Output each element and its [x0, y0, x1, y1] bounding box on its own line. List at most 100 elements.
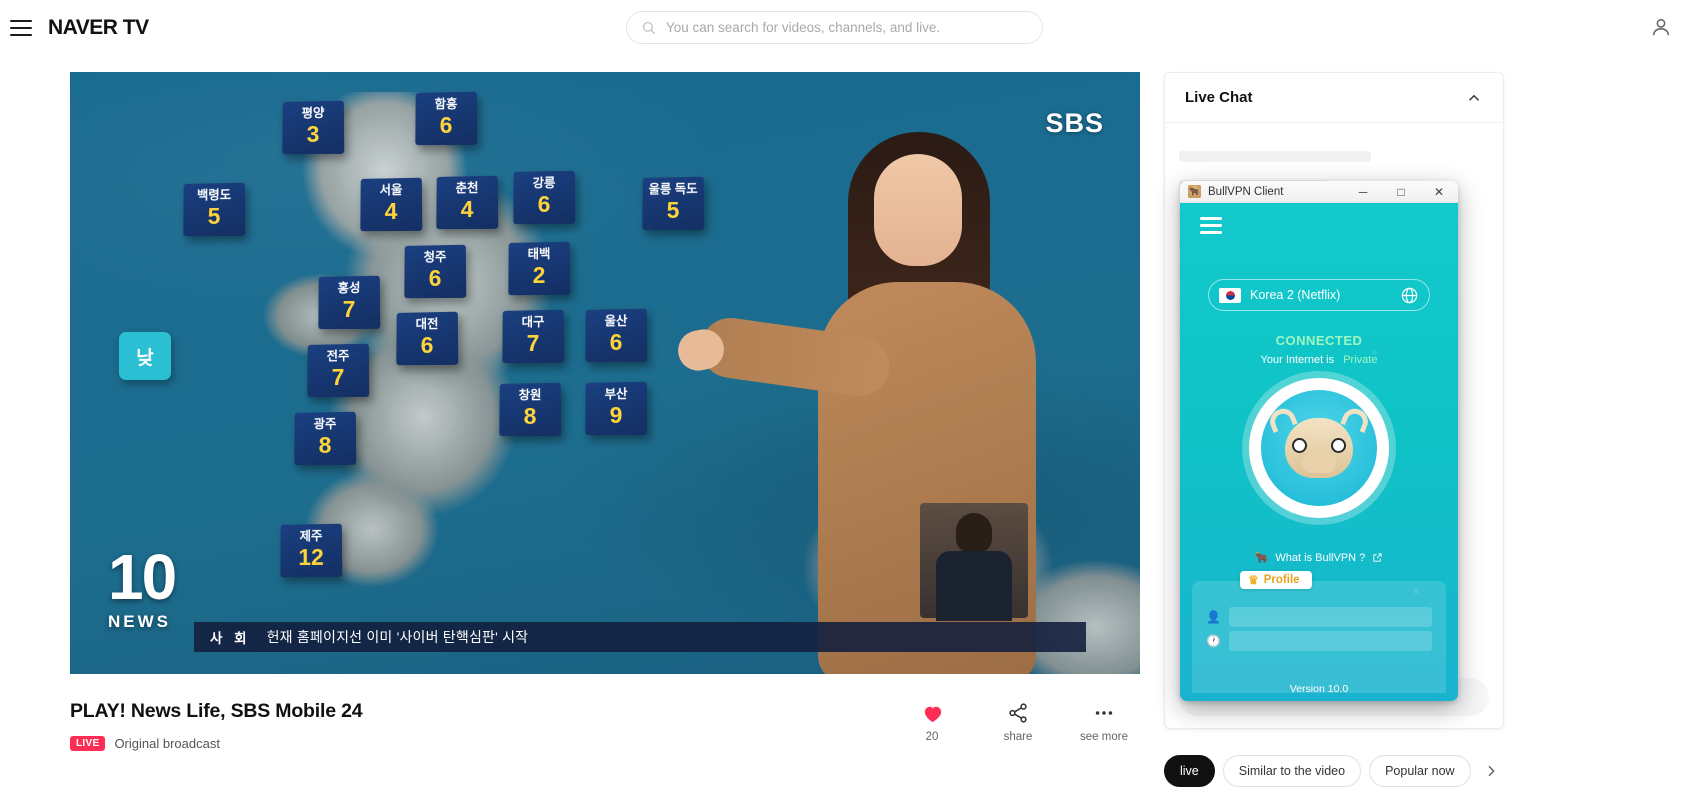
profile-value-bar	[1229, 631, 1432, 651]
program-logo: 10 NEWS	[108, 545, 177, 630]
video-meta: PLAY! News Life, SBS Mobile 24 LIVE Orig…	[70, 700, 1140, 751]
minimize-button[interactable]: ─	[1344, 181, 1382, 203]
weather-tile: 서울 4	[360, 177, 423, 232]
page-title: PLAY! News Life, SBS Mobile 24	[70, 700, 363, 722]
weather-city-name: 함흥	[434, 97, 458, 112]
profile-badge[interactable]: ♛ Profile	[1240, 571, 1312, 589]
server-selector[interactable]: Korea 2 (Netflix)	[1208, 279, 1430, 311]
signer-head	[956, 513, 992, 553]
weather-city-name: 서울	[379, 183, 403, 198]
person-icon: 👤	[1206, 610, 1221, 624]
menu-bar	[1200, 224, 1222, 227]
weather-temperature: 4	[384, 197, 398, 225]
maximize-button[interactable]: □	[1382, 181, 1420, 203]
weather-temperature: 6	[428, 264, 442, 292]
vpn-titlebar[interactable]: 🐂 BullVPN Client ─ □ ✕	[1180, 181, 1458, 203]
hamburger-bar	[10, 33, 32, 36]
weather-city-name: 홍성	[337, 281, 361, 296]
hamburger-icon[interactable]	[10, 19, 32, 36]
bull-eye-left	[1292, 438, 1307, 453]
bull-horn-left	[1266, 404, 1298, 434]
weather-tile: 춘천 4	[436, 175, 499, 230]
more-dots-icon	[1076, 700, 1132, 726]
chip-similar[interactable]: Similar to the video	[1222, 755, 1362, 787]
weather-tile: 태백 2	[508, 241, 571, 296]
search-input[interactable]	[666, 20, 1028, 35]
server-name: Korea 2 (Netflix)	[1250, 288, 1341, 302]
anchor-face	[874, 154, 962, 266]
bull-face	[1266, 404, 1372, 478]
hamburger-bar	[10, 26, 32, 29]
share-button[interactable]: share	[990, 700, 1046, 744]
close-button[interactable]: ✕	[1420, 181, 1458, 203]
weather-temperature: 6	[439, 111, 453, 139]
connect-toggle[interactable]	[1249, 378, 1389, 518]
more-button[interactable]: see more	[1076, 700, 1132, 744]
weather-temperature: 9	[609, 401, 623, 429]
weather-temperature: 12	[298, 543, 324, 571]
weather-city-name: 태백	[527, 247, 551, 262]
clock-icon: 🕐	[1206, 634, 1221, 648]
weather-temperature: 3	[306, 120, 320, 148]
news-ticker: 사 회 헌재 홈페이지선 이미 '사이버 탄핵심판' 시작	[194, 622, 1086, 652]
globe-icon[interactable]	[1400, 286, 1419, 305]
korea-flag-icon	[1219, 287, 1241, 303]
weather-city-name: 광주	[313, 417, 337, 432]
weather-city-name: 부산	[604, 387, 628, 402]
user-account-icon[interactable]	[1650, 16, 1672, 38]
chevron-right-icon[interactable]	[1479, 757, 1504, 785]
window-controls: ─ □ ✕	[1344, 181, 1458, 203]
weather-tile: 울릉 독도 5	[642, 176, 705, 231]
heart-icon	[904, 700, 960, 726]
bullvpn-window[interactable]: 🐂 BullVPN Client ─ □ ✕ Korea 2 (Netflix)	[1180, 181, 1458, 701]
video-player[interactable]: SBS 낮 평양 3 함흥 6 백령도 5 서울 4 춘천 4 강릉 6 울릉 독도 5 청주 6 태백 2 홍성 7…	[70, 72, 1140, 674]
video-info: PLAY! News Life, SBS Mobile 24 LIVE Orig…	[70, 700, 363, 751]
weather-temperature: 2	[532, 261, 546, 289]
weather-tile: 대전 6	[396, 311, 459, 366]
chip-popular[interactable]: Popular now	[1369, 755, 1471, 787]
weather-tile: 대구 7	[502, 309, 565, 364]
chat-message-placeholder	[1179, 151, 1372, 162]
what-is-bullvpn-link[interactable]: 🐂 What is BullVPN ?	[1180, 551, 1458, 564]
hamburger-bar	[10, 19, 32, 22]
vpn-content: Korea 2 (Netflix) CONNECTED Your Interne…	[1180, 203, 1458, 701]
share-icon	[990, 700, 1046, 726]
taeguk-symbol	[1225, 290, 1235, 300]
weather-city-name: 전주	[326, 349, 350, 364]
filter-chip-bar: live Similar to the video Popular now	[1164, 755, 1504, 787]
share-label: share	[1003, 731, 1033, 743]
weather-city-name: 청주	[423, 250, 447, 265]
day-badge: 낮	[119, 332, 171, 380]
chevron-up-icon[interactable]	[1465, 89, 1483, 107]
weather-temperature: 8	[318, 431, 332, 459]
like-button[interactable]: 20	[904, 700, 960, 744]
search-bar[interactable]	[626, 11, 1043, 44]
site-header: NAVER TV	[0, 0, 1688, 55]
like-count: 20	[925, 731, 939, 743]
site-logo[interactable]: NAVER TV	[48, 16, 149, 40]
profile-label: Profile	[1263, 574, 1300, 586]
weather-tile: 제주 12	[280, 523, 343, 578]
weather-temperature: 6	[537, 190, 551, 218]
bull-app-icon: 🐂	[1188, 185, 1201, 198]
what-is-label: What is BullVPN ?	[1275, 551, 1366, 564]
weather-tile: 부산 9	[585, 381, 648, 436]
vpn-menu-icon[interactable]	[1200, 217, 1222, 238]
vpn-window-title: BullVPN Client	[1208, 185, 1284, 198]
chip-live[interactable]: live	[1164, 755, 1215, 787]
weather-tile: 울산 6	[585, 308, 648, 363]
weather-tile: 홍성 7	[318, 275, 381, 330]
weather-tile: 청주 6	[404, 244, 467, 299]
sign-language-inset	[920, 503, 1028, 621]
weather-temperature: 6	[609, 328, 623, 356]
external-link-icon	[1373, 553, 1382, 562]
profile-card: ♛ Profile 👤 🕐	[1192, 571, 1446, 693]
action-bar: 20 share see more	[904, 700, 1140, 744]
profile-row: 👤	[1192, 607, 1446, 627]
weather-city-name: 창원	[518, 388, 542, 403]
weather-tile: 백령도 5	[183, 182, 246, 237]
weather-temperature: 5	[666, 196, 680, 224]
bull-snout	[1302, 453, 1336, 473]
internet-label: Your Internet is	[1260, 354, 1335, 366]
page-body: SBS 낮 평양 3 함흥 6 백령도 5 서울 4 춘천 4 강릉 6 울릉 독도 5 청주 6 태백 2 홍성 7…	[0, 55, 1688, 787]
